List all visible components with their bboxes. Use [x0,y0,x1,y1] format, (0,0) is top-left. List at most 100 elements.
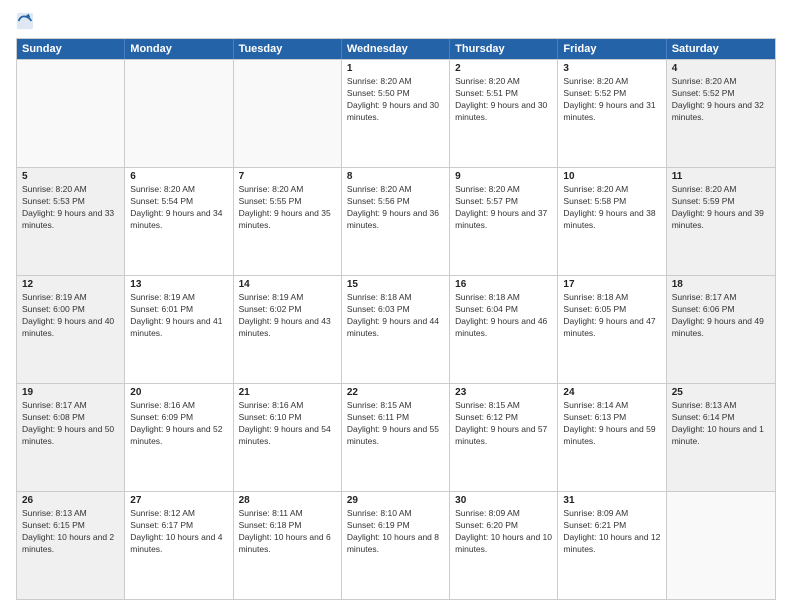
calendar-body: 1Sunrise: 8:20 AMSunset: 5:50 PMDaylight… [17,59,775,599]
day-number: 22 [347,387,444,398]
cell-text: Sunrise: 8:15 AMSunset: 6:11 PMDaylight:… [347,400,444,448]
cell-text: Sunrise: 8:11 AMSunset: 6:18 PMDaylight:… [239,508,336,556]
day-cell-1: 1Sunrise: 8:20 AMSunset: 5:50 PMDaylight… [342,60,450,167]
cell-text: Sunrise: 8:17 AMSunset: 6:08 PMDaylight:… [22,400,119,448]
cell-text: Sunrise: 8:17 AMSunset: 6:06 PMDaylight:… [672,292,770,340]
cell-text: Sunrise: 8:19 AMSunset: 6:00 PMDaylight:… [22,292,119,340]
cell-text: Sunrise: 8:19 AMSunset: 6:02 PMDaylight:… [239,292,336,340]
day-cell-31: 31Sunrise: 8:09 AMSunset: 6:21 PMDayligh… [558,492,666,599]
day-cell-22: 22 Sunrise: 8:15 AMSunset: 6:11 PMDayligh… [342,384,450,491]
day-number: 1 [347,63,444,74]
day-cell-3: 3 Sunrise: 8:20 AMSunset: 5:52 PMDaylight… [558,60,666,167]
page: SundayMondayTuesdayWednesdayThursdayFrid… [0,0,792,612]
day-number: 13 [130,279,227,290]
day-number: 27 [130,495,227,506]
calendar-row-1: 1Sunrise: 8:20 AMSunset: 5:50 PMDaylight… [17,59,775,167]
cell-text: Sunrise: 8:18 AMSunset: 6:04 PMDaylight:… [455,292,552,340]
calendar-row-2: 5 Sunrise: 8:20 AMSunset: 5:53 PMDaylight… [17,167,775,275]
day-cell-16: 16 Sunrise: 8:18 AMSunset: 6:04 PMDayligh… [450,276,558,383]
cell-text: Sunrise: 8:09 AMSunset: 6:20 PMDaylight:… [455,508,552,556]
day-number: 16 [455,279,552,290]
day-number: 3 [563,63,660,74]
day-cell-6: 6 Sunrise: 8:20 AMSunset: 5:54 PMDaylight… [125,168,233,275]
day-cell-26: 26Sunrise: 8:13 AMSunset: 6:15 PMDayligh… [17,492,125,599]
header [16,12,776,30]
day-cell-12: 12 Sunrise: 8:19 AMSunset: 6:00 PMDayligh… [17,276,125,383]
day-number: 6 [130,171,227,182]
day-cell-14: 14 Sunrise: 8:19 AMSunset: 6:02 PMDayligh… [234,276,342,383]
cell-text: Sunrise: 8:20 AMSunset: 5:52 PMDaylight:… [672,76,770,124]
calendar-row-3: 12 Sunrise: 8:19 AMSunset: 6:00 PMDayligh… [17,275,775,383]
day-cell-30: 30 Sunrise: 8:09 AMSunset: 6:20 PMDayligh… [450,492,558,599]
day-number: 5 [22,171,119,182]
day-cell-19: 19 Sunrise: 8:17 AMSunset: 6:08 PMDayligh… [17,384,125,491]
empty-cell [17,60,125,167]
day-cell-24: 24 Sunrise: 8:14 AMSunset: 6:13 PMDayligh… [558,384,666,491]
day-cell-17: 17Sunrise: 8:18 AMSunset: 6:05 PMDayligh… [558,276,666,383]
day-cell-15: 15 Sunrise: 8:18 AMSunset: 6:03 PMDayligh… [342,276,450,383]
day-cell-25: 25Sunrise: 8:13 AMSunset: 6:14 PMDayligh… [667,384,775,491]
cell-text: Sunrise: 8:20 AMSunset: 5:53 PMDaylight:… [22,184,119,232]
cell-text: Sunrise: 8:15 AMSunset: 6:12 PMDaylight:… [455,400,552,448]
cell-text: Sunrise: 8:20 AMSunset: 5:56 PMDaylight:… [347,184,444,232]
cell-text: Sunrise: 8:18 AMSunset: 6:05 PMDaylight:… [563,292,660,340]
day-cell-20: 20Sunrise: 8:16 AMSunset: 6:09 PMDayligh… [125,384,233,491]
cell-text: Sunrise: 8:19 AMSunset: 6:01 PMDaylight:… [130,292,227,340]
day-number: 14 [239,279,336,290]
cell-text: Sunrise: 8:10 AMSunset: 6:19 PMDaylight:… [347,508,444,556]
day-cell-28: 28 Sunrise: 8:11 AMSunset: 6:18 PMDayligh… [234,492,342,599]
day-cell-9: 9 Sunrise: 8:20 AMSunset: 5:57 PMDaylight… [450,168,558,275]
day-cell-21: 21 Sunrise: 8:16 AMSunset: 6:10 PMDayligh… [234,384,342,491]
cell-text: Sunrise: 8:20 AMSunset: 5:58 PMDaylight:… [563,184,660,232]
day-cell-10: 10 Sunrise: 8:20 AMSunset: 5:58 PMDayligh… [558,168,666,275]
day-cell-29: 29Sunrise: 8:10 AMSunset: 6:19 PMDayligh… [342,492,450,599]
calendar: SundayMondayTuesdayWednesdayThursdayFrid… [16,38,776,600]
day-number: 12 [22,279,119,290]
weekday-header-wednesday: Wednesday [342,39,450,59]
day-cell-11: 11 Sunrise: 8:20 AMSunset: 5:59 PMDayligh… [667,168,775,275]
day-cell-5: 5 Sunrise: 8:20 AMSunset: 5:53 PMDaylight… [17,168,125,275]
weekday-header-tuesday: Tuesday [234,39,342,59]
day-number: 4 [672,63,770,74]
day-number: 25 [672,387,770,398]
logo [16,12,36,30]
cell-text: Sunrise: 8:20 AMSunset: 5:57 PMDaylight:… [455,184,552,232]
day-number: 26 [22,495,119,506]
cell-text: Sunrise: 8:18 AMSunset: 6:03 PMDaylight:… [347,292,444,340]
day-number: 28 [239,495,336,506]
weekday-header-monday: Monday [125,39,233,59]
day-number: 11 [672,171,770,182]
day-cell-2: 2Sunrise: 8:20 AMSunset: 5:51 PMDaylight… [450,60,558,167]
cell-text: Sunrise: 8:12 AMSunset: 6:17 PMDaylight:… [130,508,227,556]
logo-icon [16,12,34,30]
day-number: 18 [672,279,770,290]
day-number: 24 [563,387,660,398]
cell-text: Sunrise: 8:14 AMSunset: 6:13 PMDaylight:… [563,400,660,448]
cell-text: Sunrise: 8:16 AMSunset: 6:10 PMDaylight:… [239,400,336,448]
empty-cell [125,60,233,167]
cell-text: Sunrise: 8:20 AMSunset: 5:52 PMDaylight:… [563,76,660,124]
day-cell-27: 27 Sunrise: 8:12 AMSunset: 6:17 PMDayligh… [125,492,233,599]
day-number: 30 [455,495,552,506]
weekday-header-saturday: Saturday [667,39,775,59]
empty-cell [234,60,342,167]
weekday-header-sunday: Sunday [17,39,125,59]
day-number: 9 [455,171,552,182]
day-cell-4: 4 Sunrise: 8:20 AMSunset: 5:52 PMDaylight… [667,60,775,167]
empty-cell [667,492,775,599]
day-cell-23: 23 Sunrise: 8:15 AMSunset: 6:12 PMDayligh… [450,384,558,491]
cell-text: Sunrise: 8:20 AMSunset: 5:54 PMDaylight:… [130,184,227,232]
day-number: 15 [347,279,444,290]
day-number: 23 [455,387,552,398]
cell-text: Sunrise: 8:16 AMSunset: 6:09 PMDaylight:… [130,400,227,448]
cell-text: Sunrise: 8:20 AMSunset: 5:59 PMDaylight:… [672,184,770,232]
day-number: 21 [239,387,336,398]
day-cell-18: 18 Sunrise: 8:17 AMSunset: 6:06 PMDayligh… [667,276,775,383]
day-number: 2 [455,63,552,74]
day-cell-8: 8 Sunrise: 8:20 AMSunset: 5:56 PMDaylight… [342,168,450,275]
day-number: 8 [347,171,444,182]
day-number: 10 [563,171,660,182]
weekday-header-friday: Friday [558,39,666,59]
day-number: 19 [22,387,119,398]
day-cell-13: 13 Sunrise: 8:19 AMSunset: 6:01 PMDayligh… [125,276,233,383]
